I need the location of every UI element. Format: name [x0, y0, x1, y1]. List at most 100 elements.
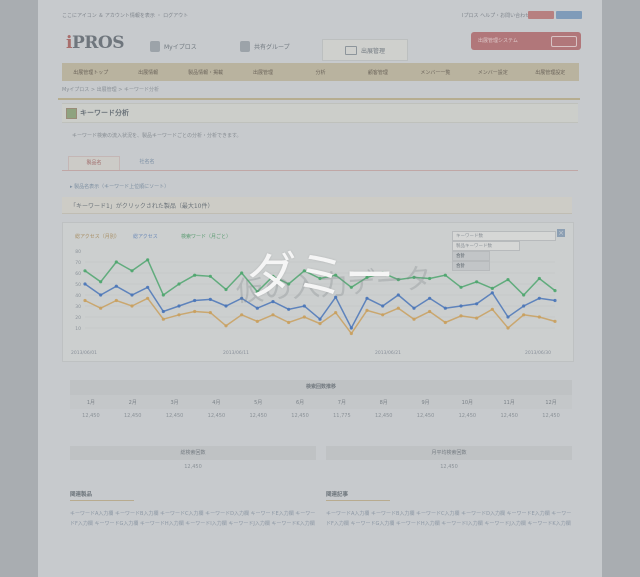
data-point[interactable]: [490, 307, 494, 311]
nav-item[interactable]: 出展管理: [234, 69, 291, 76]
monthly-header-row: 1月 2月 3月 4月 5月 6月 7月 8月 9月 10月 11月 12月: [70, 395, 572, 409]
page-title: キーワード分析: [80, 109, 129, 117]
monthly-table-title: 検索回数推移: [70, 380, 572, 395]
data-point[interactable]: [381, 313, 385, 317]
nav-pill-label: 共有グループ: [254, 44, 290, 51]
data-point[interactable]: [193, 309, 197, 314]
y-tick-label: 10: [75, 326, 81, 332]
related-products-list[interactable]: キーワードA入力欄 キーワードB入力欄 キーワードC入力欄 キーワードD入力欄 …: [70, 509, 320, 529]
data-point[interactable]: [255, 319, 259, 323]
month-header: 3月: [170, 399, 179, 406]
month-value: 12,450: [500, 413, 518, 419]
related-products: 関連製品 キーワードA入力欄 キーワードB入力欄 キーワードC入力欄 キーワード…: [70, 490, 320, 529]
page-description: キーワード検索の流入状況を、製品キーワードごとの分析・分析できます。: [72, 133, 242, 139]
breadcrumb[interactable]: Myイプロス > 出展管理 > キーワード分析: [62, 86, 159, 93]
data-point[interactable]: [208, 311, 212, 315]
user-icon: [150, 41, 160, 52]
total-box: 総検索回数 12,450: [70, 446, 316, 474]
data-point[interactable]: [177, 313, 181, 317]
x-tick-label: 2013/06/11: [223, 351, 249, 356]
data-point[interactable]: [161, 317, 165, 321]
data-point[interactable]: [506, 315, 510, 319]
top-note: ここにアイコン ＆ アカウント情報を表示 ・ ログアウト: [62, 13, 189, 19]
related-articles-list[interactable]: キーワードA入力欄 キーワードB入力欄 キーワードC入力欄 キーワードD入力欄 …: [326, 509, 576, 529]
nav-pill-my[interactable]: Myイプロス: [150, 41, 197, 52]
section-title: 「キーワード1」がクリックされた製品（最大10件）: [70, 203, 214, 210]
data-point[interactable]: [412, 317, 416, 321]
data-point[interactable]: [318, 322, 322, 326]
data-point[interactable]: [161, 309, 165, 314]
month-value: 12,450: [416, 413, 435, 419]
average-value: 12,450: [440, 464, 458, 470]
month-value: 12,450: [165, 413, 184, 419]
nav-pill-group[interactable]: 共有グループ: [240, 41, 290, 52]
nav-item[interactable]: メンバー一覧: [407, 69, 464, 76]
nav-pill-exhibit[interactable]: 出展管理: [322, 39, 408, 61]
related-articles: 関連記事 キーワードA入力欄 キーワードB入力欄 キーワードC入力欄 キーワード…: [326, 490, 576, 529]
page-title-bar: キーワード分析: [62, 103, 578, 123]
average-label: 月平均検索回数: [326, 446, 572, 460]
data-point[interactable]: [318, 317, 322, 321]
nav-item[interactable]: 製品情報・掲載: [177, 69, 234, 76]
group-icon: [240, 41, 250, 52]
main-nav: 出展管理トップ 出展情報 製品情報・掲載 出展管理 分析 顧客管理 メンバー一覧…: [62, 63, 579, 81]
data-point[interactable]: [553, 319, 557, 323]
help-link[interactable]: Iプロス ヘルプ・お問い合わせ: [462, 12, 530, 19]
monthly-table: 検索回数推移 1月 2月 3月 4月 5月 6月 7月 8月 9月 10月 11月 12月 12,45…: [70, 380, 572, 423]
tab-company[interactable]: 社名名: [122, 156, 172, 169]
data-point[interactable]: [506, 326, 510, 330]
month-value: 12,450: [82, 413, 100, 419]
nav-item[interactable]: 分析: [292, 69, 349, 76]
data-point[interactable]: [428, 309, 432, 314]
tab-bar: 製品名 社名名: [62, 156, 578, 171]
help-badge[interactable]: [556, 11, 582, 19]
logout-badge[interactable]: [528, 11, 554, 19]
month-value: 12,450: [207, 413, 226, 419]
watermark-overlay: ダミー: [246, 247, 395, 305]
sort-note[interactable]: ▸ 製品名表示（キーワード上位順にソート）: [70, 183, 169, 190]
month-header: 9月: [421, 399, 430, 406]
total-value: 12,450: [184, 464, 202, 470]
data-point[interactable]: [537, 315, 541, 319]
month-value: 12,450: [542, 413, 560, 419]
data-point[interactable]: [224, 324, 228, 328]
nav-pill-label: 出展管理: [360, 47, 385, 55]
month-header: 1月: [86, 399, 95, 406]
data-point[interactable]: [349, 326, 353, 330]
related-products-title: 関連製品: [70, 490, 134, 501]
chart-icon: [66, 108, 77, 119]
y-tick-label: 20: [75, 315, 81, 321]
month-value: 12,450: [458, 413, 477, 419]
nav-item[interactable]: 出展情報: [119, 69, 176, 76]
logo-text: PROS: [71, 33, 125, 53]
data-point[interactable]: [459, 314, 463, 318]
month-value: 12,450: [249, 413, 267, 419]
nav-item[interactable]: 顧客管理: [349, 69, 406, 76]
month-header: 6月: [295, 399, 305, 406]
data-point[interactable]: [349, 331, 353, 336]
data-point[interactable]: [302, 315, 306, 319]
month-value: 12,450: [123, 413, 142, 419]
nav-item[interactable]: 出展管理設定: [522, 69, 579, 76]
iPros-logo[interactable]: iPROS: [66, 33, 124, 53]
data-point[interactable]: [522, 313, 526, 317]
month-header: 12月: [545, 399, 557, 406]
month-header: 5月: [254, 399, 263, 406]
month-header: 7月: [337, 399, 346, 406]
data-point[interactable]: [443, 320, 447, 325]
nav-item[interactable]: 出展管理トップ: [62, 69, 119, 76]
nav-item[interactable]: メンバー設定: [464, 69, 521, 76]
section-header: 「キーワード1」がクリックされた製品（最大10件）: [62, 197, 572, 214]
month-header: 2月: [128, 399, 137, 406]
month-header: 10月: [461, 399, 474, 406]
service-button[interactable]: 出展管理システム: [471, 32, 581, 50]
month-header: 4月: [212, 399, 221, 406]
month-header: 11月: [503, 399, 515, 406]
nav-pill-label: Myイプロス: [164, 44, 197, 51]
data-point[interactable]: [475, 316, 479, 320]
x-tick-label: 2013/06/01: [71, 351, 97, 356]
related-articles-title: 関連記事: [326, 490, 390, 501]
monthly-value-row: 12,450 12,450 12,450 12,450 12,450 12,450 11,7…: [70, 409, 572, 423]
data-point[interactable]: [287, 320, 291, 325]
tab-product[interactable]: 製品名: [68, 156, 120, 170]
